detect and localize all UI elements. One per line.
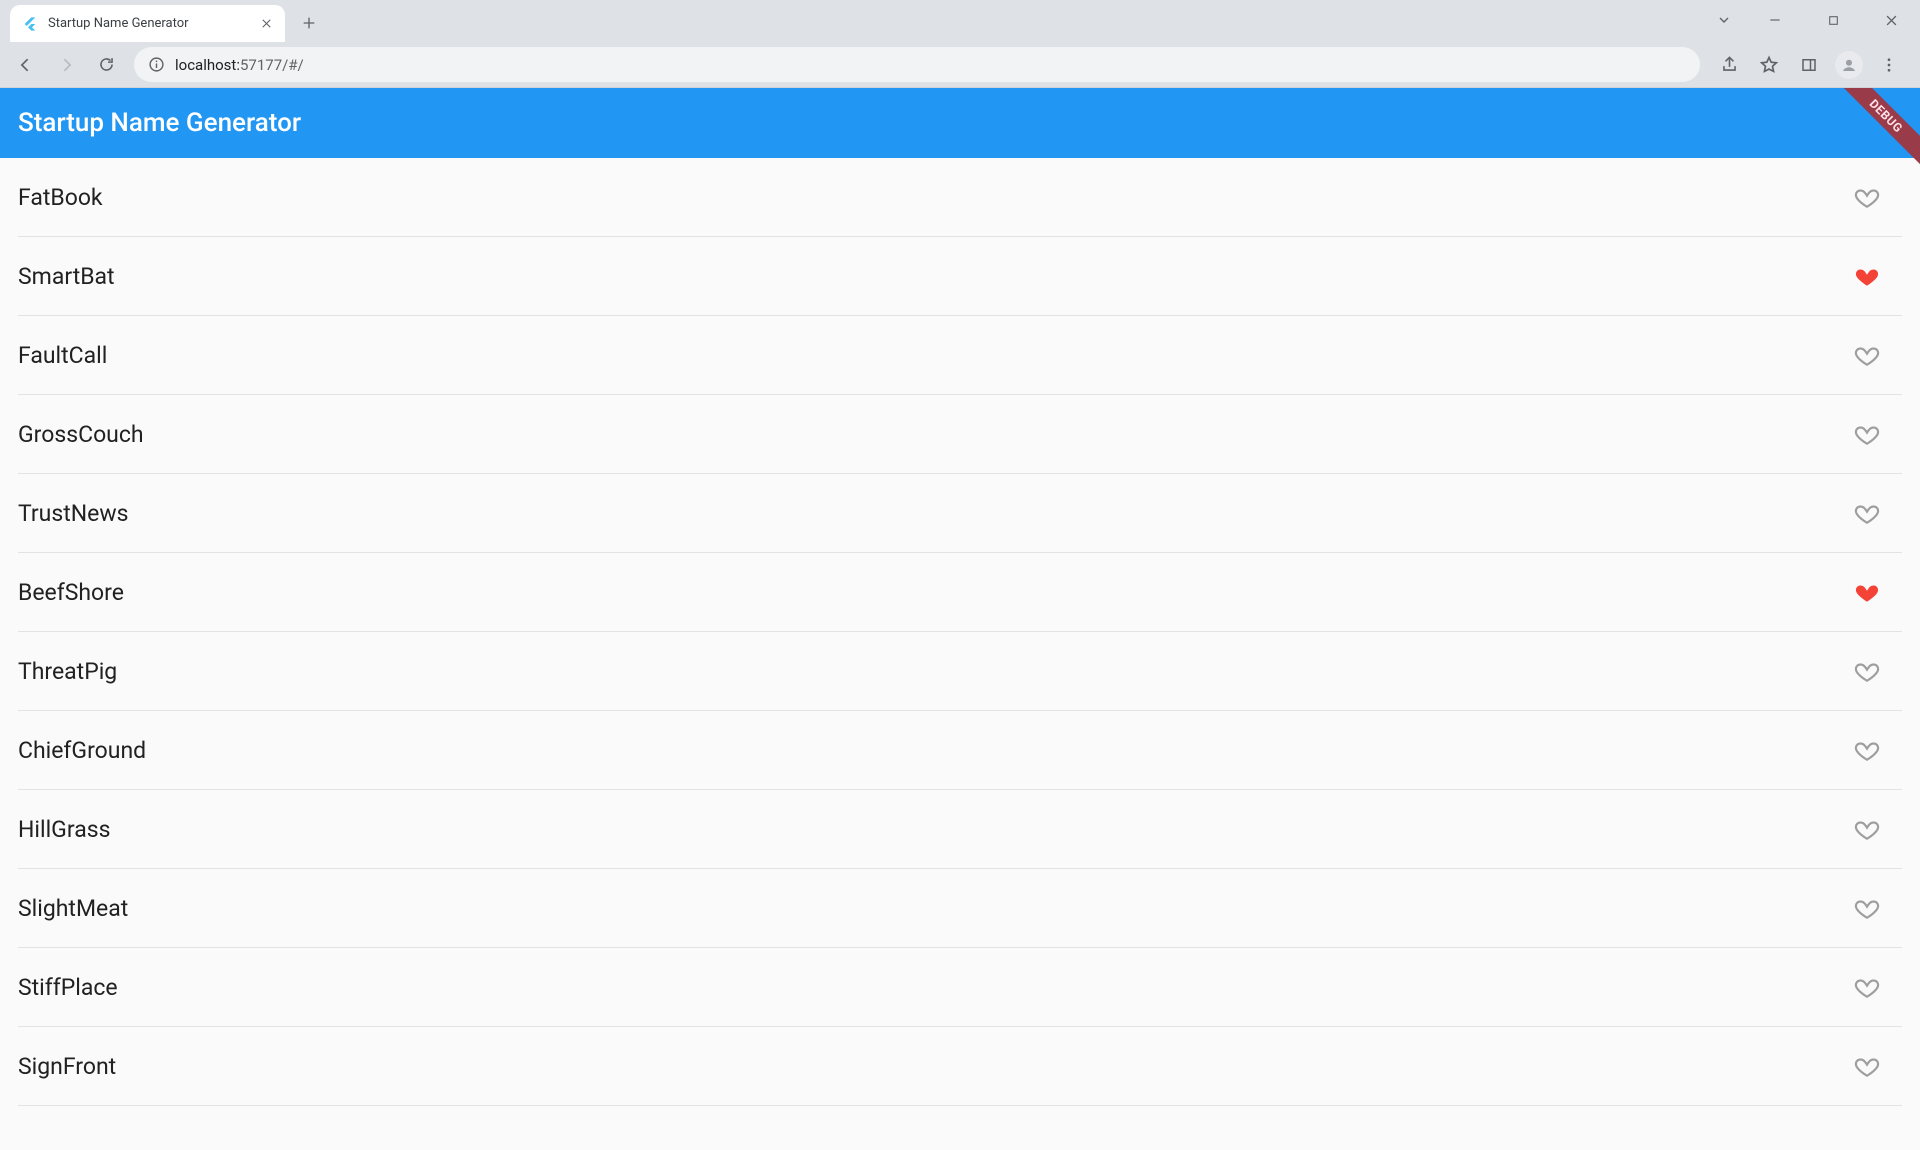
list-item[interactable]: HillGrass bbox=[18, 790, 1902, 869]
heart-outline-icon[interactable] bbox=[1852, 656, 1882, 686]
startup-name-label: FatBook bbox=[18, 184, 103, 211]
tab-search-icon[interactable] bbox=[1702, 0, 1746, 40]
url-host: localhost: bbox=[175, 56, 240, 74]
browser-tab[interactable]: Startup Name Generator bbox=[10, 5, 285, 42]
heart-outline-icon[interactable] bbox=[1852, 893, 1882, 923]
list-item[interactable]: ThreatPig bbox=[18, 632, 1902, 711]
bookmark-star-icon[interactable] bbox=[1750, 47, 1788, 83]
heart-outline-icon[interactable] bbox=[1852, 182, 1882, 212]
startup-name-label: SmartBat bbox=[18, 263, 115, 290]
nav-reload-button[interactable] bbox=[88, 47, 124, 83]
startup-name-label: HillGrass bbox=[18, 816, 110, 843]
startup-name-label: FaultCall bbox=[18, 342, 107, 369]
heart-outline-icon[interactable] bbox=[1852, 419, 1882, 449]
heart-outline-icon[interactable] bbox=[1852, 1051, 1882, 1081]
window-maximize-button[interactable] bbox=[1804, 0, 1862, 40]
list-item[interactable]: BeefShore bbox=[18, 553, 1902, 632]
kebab-menu-icon[interactable] bbox=[1870, 47, 1908, 83]
list-item[interactable]: ChiefGround bbox=[18, 711, 1902, 790]
profile-avatar-icon[interactable] bbox=[1830, 47, 1868, 83]
flutter-favicon-icon bbox=[22, 16, 38, 32]
startup-name-label: ChiefGround bbox=[18, 737, 146, 764]
browser-chrome: Startup Name Generator bbox=[0, 0, 1920, 88]
list-item[interactable]: StiffPlace bbox=[18, 948, 1902, 1027]
nav-forward-button[interactable] bbox=[48, 47, 84, 83]
address-bar[interactable]: localhost:57177/#/ bbox=[134, 47, 1700, 82]
name-list[interactable]: FatBook SmartBat FaultCall GrossCouch TrustN… bbox=[0, 158, 1920, 1106]
startup-name-label: SignFront bbox=[18, 1053, 116, 1080]
url-text: localhost:57177/#/ bbox=[175, 56, 1686, 74]
startup-name-label: ThreatPig bbox=[18, 658, 117, 685]
heart-filled-icon[interactable] bbox=[1852, 261, 1882, 291]
window-controls bbox=[1702, 0, 1920, 40]
list-item[interactable]: TrustNews bbox=[18, 474, 1902, 553]
list-item[interactable]: FatBook bbox=[18, 158, 1902, 237]
side-panel-icon[interactable] bbox=[1790, 47, 1828, 83]
site-info-icon[interactable] bbox=[148, 56, 165, 73]
list-item[interactable]: GrossCouch bbox=[18, 395, 1902, 474]
app-title: Startup Name Generator bbox=[18, 108, 301, 138]
heart-filled-icon[interactable] bbox=[1852, 577, 1882, 607]
list-item[interactable]: SignFront bbox=[18, 1027, 1902, 1106]
window-minimize-button[interactable] bbox=[1746, 0, 1804, 40]
heart-outline-icon[interactable] bbox=[1852, 972, 1882, 1002]
startup-name-label: TrustNews bbox=[18, 500, 129, 527]
heart-outline-icon[interactable] bbox=[1852, 814, 1882, 844]
nav-back-button[interactable] bbox=[8, 47, 44, 83]
new-tab-button[interactable] bbox=[293, 7, 325, 39]
startup-name-label: StiffPlace bbox=[18, 974, 118, 1001]
startup-name-label: GrossCouch bbox=[18, 421, 144, 448]
browser-toolbar: localhost:57177/#/ bbox=[0, 42, 1920, 87]
app-bar: Startup Name Generator DEBUG bbox=[0, 88, 1920, 158]
url-path: 57177/#/ bbox=[240, 56, 304, 74]
toolbar-right-icons bbox=[1710, 47, 1912, 83]
tab-strip: Startup Name Generator bbox=[0, 0, 1920, 42]
heart-outline-icon[interactable] bbox=[1852, 340, 1882, 370]
app-viewport: Startup Name Generator DEBUG FatBook Smar… bbox=[0, 88, 1920, 1150]
share-icon[interactable] bbox=[1710, 47, 1748, 83]
tab-close-icon[interactable] bbox=[259, 17, 273, 31]
tab-title: Startup Name Generator bbox=[48, 16, 249, 31]
heart-outline-icon[interactable] bbox=[1852, 498, 1882, 528]
heart-outline-icon[interactable] bbox=[1852, 735, 1882, 765]
list-item[interactable]: FaultCall bbox=[18, 316, 1902, 395]
startup-name-label: BeefShore bbox=[18, 579, 124, 606]
list-item[interactable]: SmartBat bbox=[18, 237, 1902, 316]
list-item[interactable]: SlightMeat bbox=[18, 869, 1902, 948]
startup-name-label: SlightMeat bbox=[18, 895, 128, 922]
window-close-button[interactable] bbox=[1862, 0, 1920, 40]
